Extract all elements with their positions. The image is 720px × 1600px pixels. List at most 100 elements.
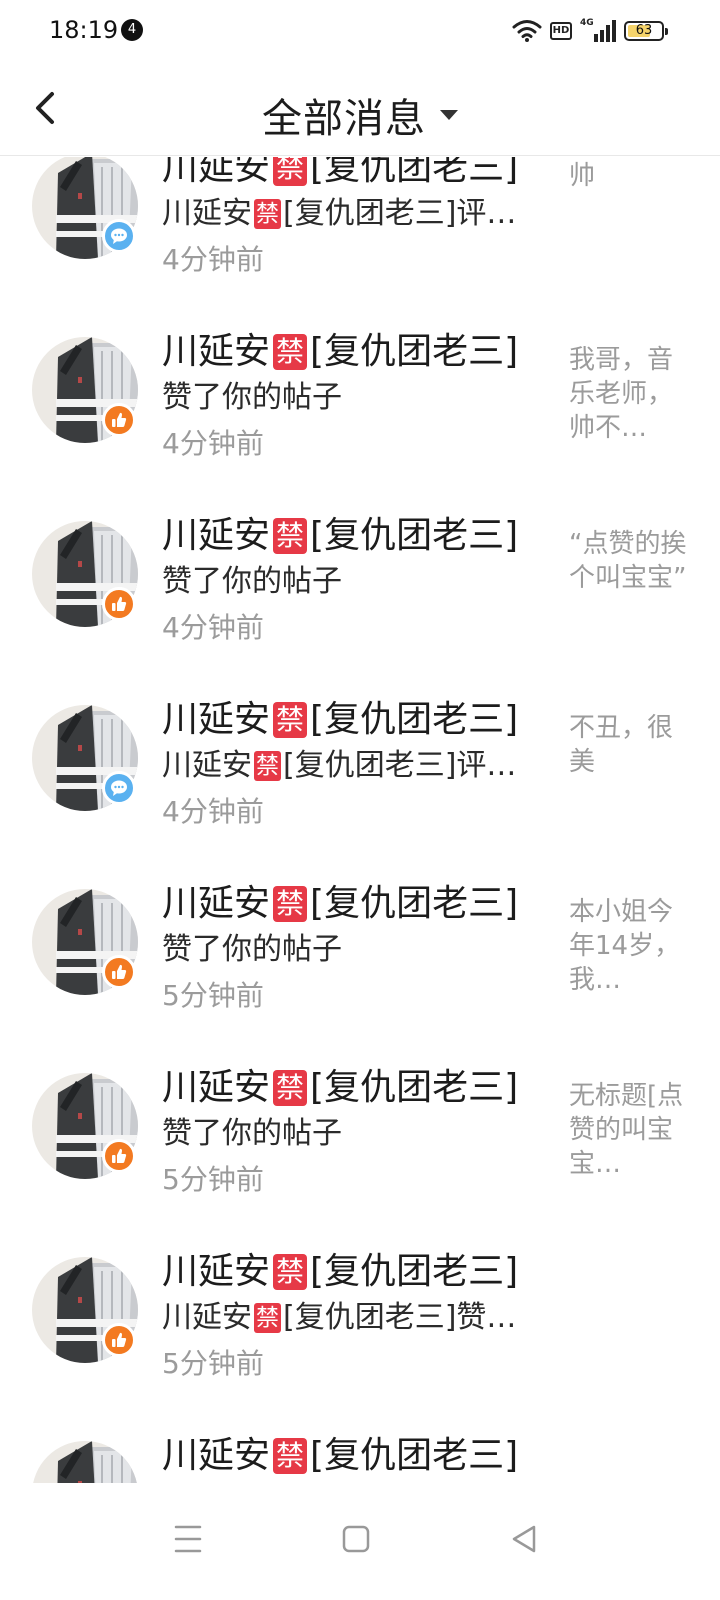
message-summary: 赞了你的帖子 [162,563,532,601]
sender-name-text: 川延安 [162,515,271,556]
message-summary-text: 赞了你的帖子 [162,1116,342,1151]
status-bar: 18:19 4 HD 4G 63 [0,0,720,62]
message-summary-name: 川延安 [162,196,252,231]
ban-tag: 禁 [254,199,281,229]
ban-tag: 禁 [273,157,308,186]
message-summary-text: 赞了你的帖子 [162,932,342,967]
message-summary-name: 川延安 [162,748,252,783]
sender-name-text: 川延安 [162,157,271,188]
comment-bubble-icon [111,780,127,796]
message-item[interactable]: 川延安禁 [复仇团老三] 赞了你的帖子 4分钟前 “点赞的挨个叫宝宝” [0,513,720,697]
sender-group-text: [复仇团老三] [310,699,519,740]
message-item[interactable]: 川延安禁 [复仇团老三] 赞了你的帖子 5分钟前 本小姐今年14岁，我… [0,881,720,1065]
avatar[interactable] [32,1441,138,1483]
message-summary-text: 赞了你的帖子 [162,564,342,599]
sender-name[interactable]: 川延安禁 [复仇团老三] [162,1433,518,1479]
message-item[interactable]: 川延安禁 [复仇团老三] 赞了你的帖子 5分钟前 无标题[点赞的叫宝宝… [0,1065,720,1249]
message-time: 4分钟前 [162,427,264,460]
post-preview[interactable]: 不丑，很美 [569,711,687,779]
message-summary-text: [复仇团老三]评… [283,748,517,783]
message-item[interactable]: 川延安禁 [复仇团老三] 赞了你的帖子 4分钟前 我哥，音乐老师，帅不… [0,329,720,513]
hd-icon: HD [550,22,572,40]
message-summary: 赞了你的帖子 [162,931,532,969]
nav-home-button[interactable] [332,1515,380,1563]
sender-group-text: [复仇团老三] [310,1067,519,1108]
sender-name[interactable]: 川延安禁 [复仇团老三] [162,513,518,559]
sender-name[interactable]: 川延安禁 [复仇团老三] [162,157,518,191]
system-nav-bar [0,1483,720,1600]
user-avatar-image [32,1441,138,1483]
ban-tag: 禁 [273,886,308,922]
message-item[interactable]: 川延安禁 [复仇团老三] 川延安禁 [复仇团老三]评… 4分钟前 不丑，很美 [0,697,720,881]
ban-tag: 禁 [254,751,281,781]
message-time: 4分钟前 [162,611,264,644]
message-summary: 川延安禁 [复仇团老三]评… [162,747,532,785]
back-triangle-icon [512,1525,536,1553]
like-badge [102,403,136,437]
notification-count-badge: 4 [121,19,143,41]
message-time: 5分钟前 [162,979,264,1012]
status-time: 18:19 [49,16,119,44]
message-summary: 赞了你的帖子 [162,379,532,417]
message-summary-text: 赞了你的帖子 [162,380,342,415]
sender-group-text: [复仇团老三] [310,157,519,188]
thumbs-up-icon [112,1332,127,1347]
sender-name[interactable]: 川延安禁 [复仇团老三] [162,697,518,743]
thumbs-up-icon [112,1148,127,1163]
message-time: 4分钟前 [162,795,264,828]
sender-name-text: 川延安 [162,1251,271,1292]
page-title: 全部消息 [262,96,426,142]
battery-level: 63 [635,23,653,38]
comment-bubble-icon [111,228,127,244]
sender-name[interactable]: 川延安禁 [复仇团老三] [162,881,518,927]
sender-name-text: 川延安 [162,699,271,740]
comment-badge [102,771,136,805]
post-preview[interactable]: 本小姐今年14岁，我… [569,895,687,997]
like-badge [102,955,136,989]
message-item[interactable]: 川延安禁 [复仇团老三] [0,1433,720,1483]
like-badge [102,587,136,621]
post-preview[interactable]: 帅 [569,159,687,193]
post-preview[interactable]: 无标题[点赞的叫宝宝… [569,1079,687,1181]
nav-back-button[interactable] [500,1515,548,1563]
message-summary-text: [复仇团老三]赞… [283,1300,517,1335]
wifi-icon [512,20,542,42]
post-preview[interactable]: “点赞的挨个叫宝宝” [569,527,687,595]
post-preview[interactable]: 我哥，音乐老师，帅不… [569,343,687,445]
ban-tag: 禁 [273,1438,308,1474]
message-list[interactable]: 川延安禁 [复仇团老三] 川延安禁 [复仇团老三]评… 4分钟前帅川延安禁 [复仇团老三]… [0,157,720,1483]
signal-label: 4G [580,18,594,28]
thumbs-up-icon [112,596,127,611]
sender-group-text: [复仇团老三] [310,515,519,556]
message-summary: 赞了你的帖子 [162,1115,532,1153]
like-badge [102,1323,136,1357]
like-badge [102,1139,136,1173]
sender-name-text: 川延安 [162,883,271,924]
sender-group-text: [复仇团老三] [310,331,519,372]
header-bar: 全部消息 [0,62,720,156]
message-summary-text: [复仇团老三]评… [283,196,517,231]
sender-name-text: 川延安 [162,1435,271,1476]
ban-tag: 禁 [254,1303,281,1333]
sender-name-text: 川延安 [162,1067,271,1108]
message-filter-dropdown[interactable]: 全部消息 [0,86,720,144]
message-item[interactable]: 川延安禁 [复仇团老三] 川延安禁 [复仇团老三]评… 4分钟前帅 [0,157,720,329]
home-square-icon [342,1525,370,1553]
ban-tag: 禁 [273,1070,308,1106]
sender-name[interactable]: 川延安禁 [复仇团老三] [162,329,518,375]
thumbs-up-icon [112,964,127,979]
sender-name[interactable]: 川延安禁 [复仇团老三] [162,1249,518,1295]
menu-icon [174,1525,202,1553]
signal-icon: 4G [580,18,616,42]
ban-tag: 禁 [273,702,308,738]
message-summary: 川延安禁 [复仇团老三]评… [162,195,532,233]
message-item[interactable]: 川延安禁 [复仇团老三] 川延安禁 [复仇团老三]赞… 5分钟前 [0,1249,720,1433]
sender-name[interactable]: 川延安禁 [复仇团老三] [162,1065,518,1111]
ban-tag: 禁 [273,518,308,554]
sender-group-text: [复仇团老三] [310,1435,519,1476]
message-summary-name: 川延安 [162,1300,252,1335]
battery-icon: 63 [624,21,668,41]
ban-tag: 禁 [273,334,308,370]
status-icons: HD 4G 63 [512,18,668,44]
nav-menu-button[interactable] [164,1515,212,1563]
